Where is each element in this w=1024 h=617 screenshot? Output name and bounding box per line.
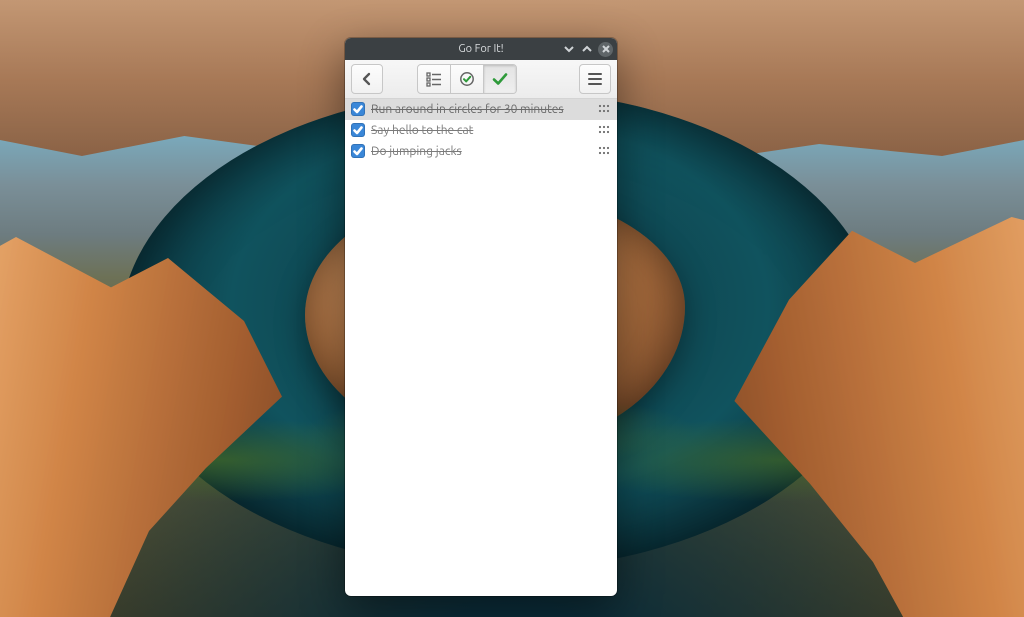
window-controls — [562, 38, 613, 60]
todo-list-icon — [425, 70, 443, 88]
chevron-up-icon — [582, 44, 592, 54]
task-row[interactable]: Do jumping jacks — [345, 141, 617, 162]
checkmark-icon — [491, 70, 509, 88]
drag-handle-icon[interactable] — [597, 146, 611, 156]
window-close-button[interactable] — [598, 42, 613, 57]
check-icon — [353, 146, 363, 156]
drag-handle-icon[interactable] — [597, 125, 611, 135]
task-row[interactable]: Say hello to the cat — [345, 120, 617, 141]
task-label: Say hello to the cat — [371, 124, 591, 137]
menu-button[interactable] — [579, 64, 611, 94]
task-row[interactable]: Run around in circles for 30 minutes — [345, 99, 617, 120]
task-label: Do jumping jacks — [371, 145, 591, 158]
titlebar[interactable]: Go For It! — [345, 38, 617, 60]
window-minimize-button[interactable] — [562, 42, 576, 56]
task-checkbox[interactable] — [351, 123, 365, 137]
view-todo-button[interactable] — [418, 65, 451, 93]
back-button[interactable] — [351, 64, 383, 94]
task-label: Run around in circles for 30 minutes — [371, 103, 591, 116]
headerbar — [345, 60, 617, 99]
view-switcher — [417, 64, 517, 94]
view-timer-button[interactable] — [451, 65, 484, 93]
hamburger-icon — [588, 73, 602, 85]
close-icon — [601, 44, 611, 54]
task-checkbox[interactable] — [351, 102, 365, 116]
window-title: Go For It! — [458, 43, 503, 55]
check-icon — [353, 104, 363, 114]
app-window: Go For It! — [345, 38, 617, 596]
chevron-left-icon — [360, 72, 374, 86]
view-done-button[interactable] — [484, 65, 516, 93]
window-maximize-button[interactable] — [580, 42, 594, 56]
task-checkbox[interactable] — [351, 144, 365, 158]
done-task-list: Run around in circles for 30 minutes Say… — [345, 99, 617, 596]
drag-handle-icon[interactable] — [597, 104, 611, 114]
timer-check-icon — [458, 70, 476, 88]
chevron-down-icon — [564, 44, 574, 54]
check-icon — [353, 125, 363, 135]
